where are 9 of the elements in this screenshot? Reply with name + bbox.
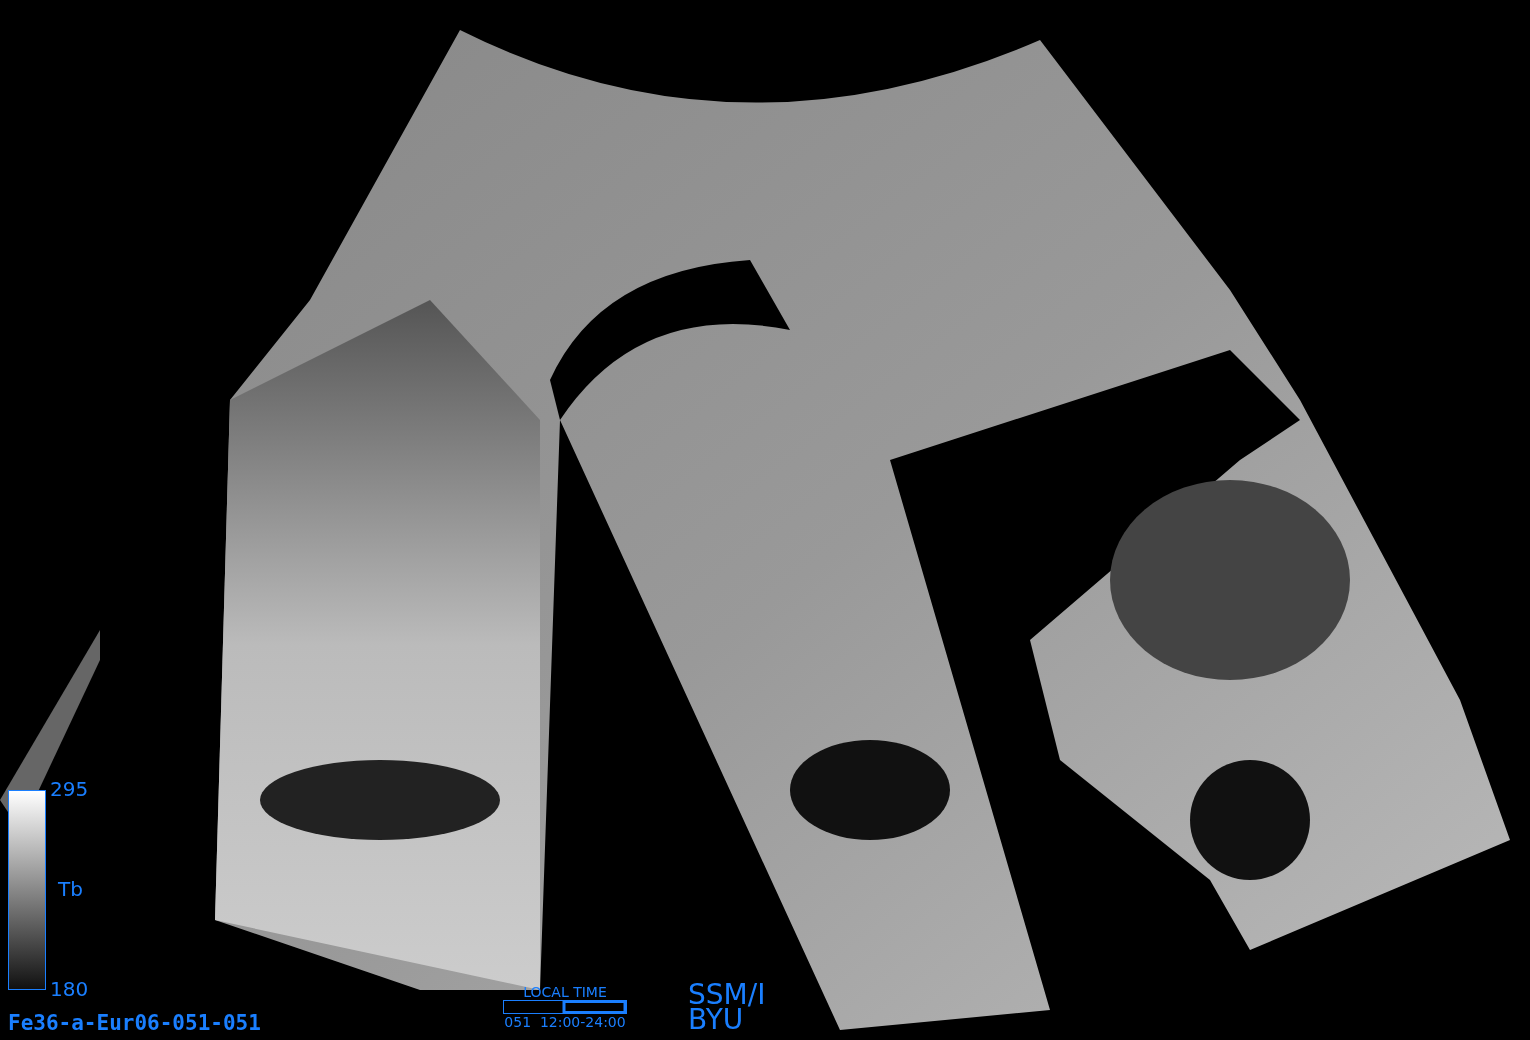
- colorbar-label: Tb: [58, 877, 83, 901]
- time-range-bar-icon: [503, 1000, 627, 1014]
- colorbar-max: 295: [50, 777, 89, 801]
- sensor-source: BYU: [688, 1007, 744, 1033]
- time-title: LOCAL TIME: [523, 985, 607, 999]
- image-id: Fe36-a-Eur06-051-051: [8, 1011, 261, 1035]
- colorbar-min: 180: [50, 977, 89, 1001]
- sensor-name: SSM/I: [688, 982, 766, 1008]
- time-range: 051 12:00-24:00: [504, 1015, 626, 1029]
